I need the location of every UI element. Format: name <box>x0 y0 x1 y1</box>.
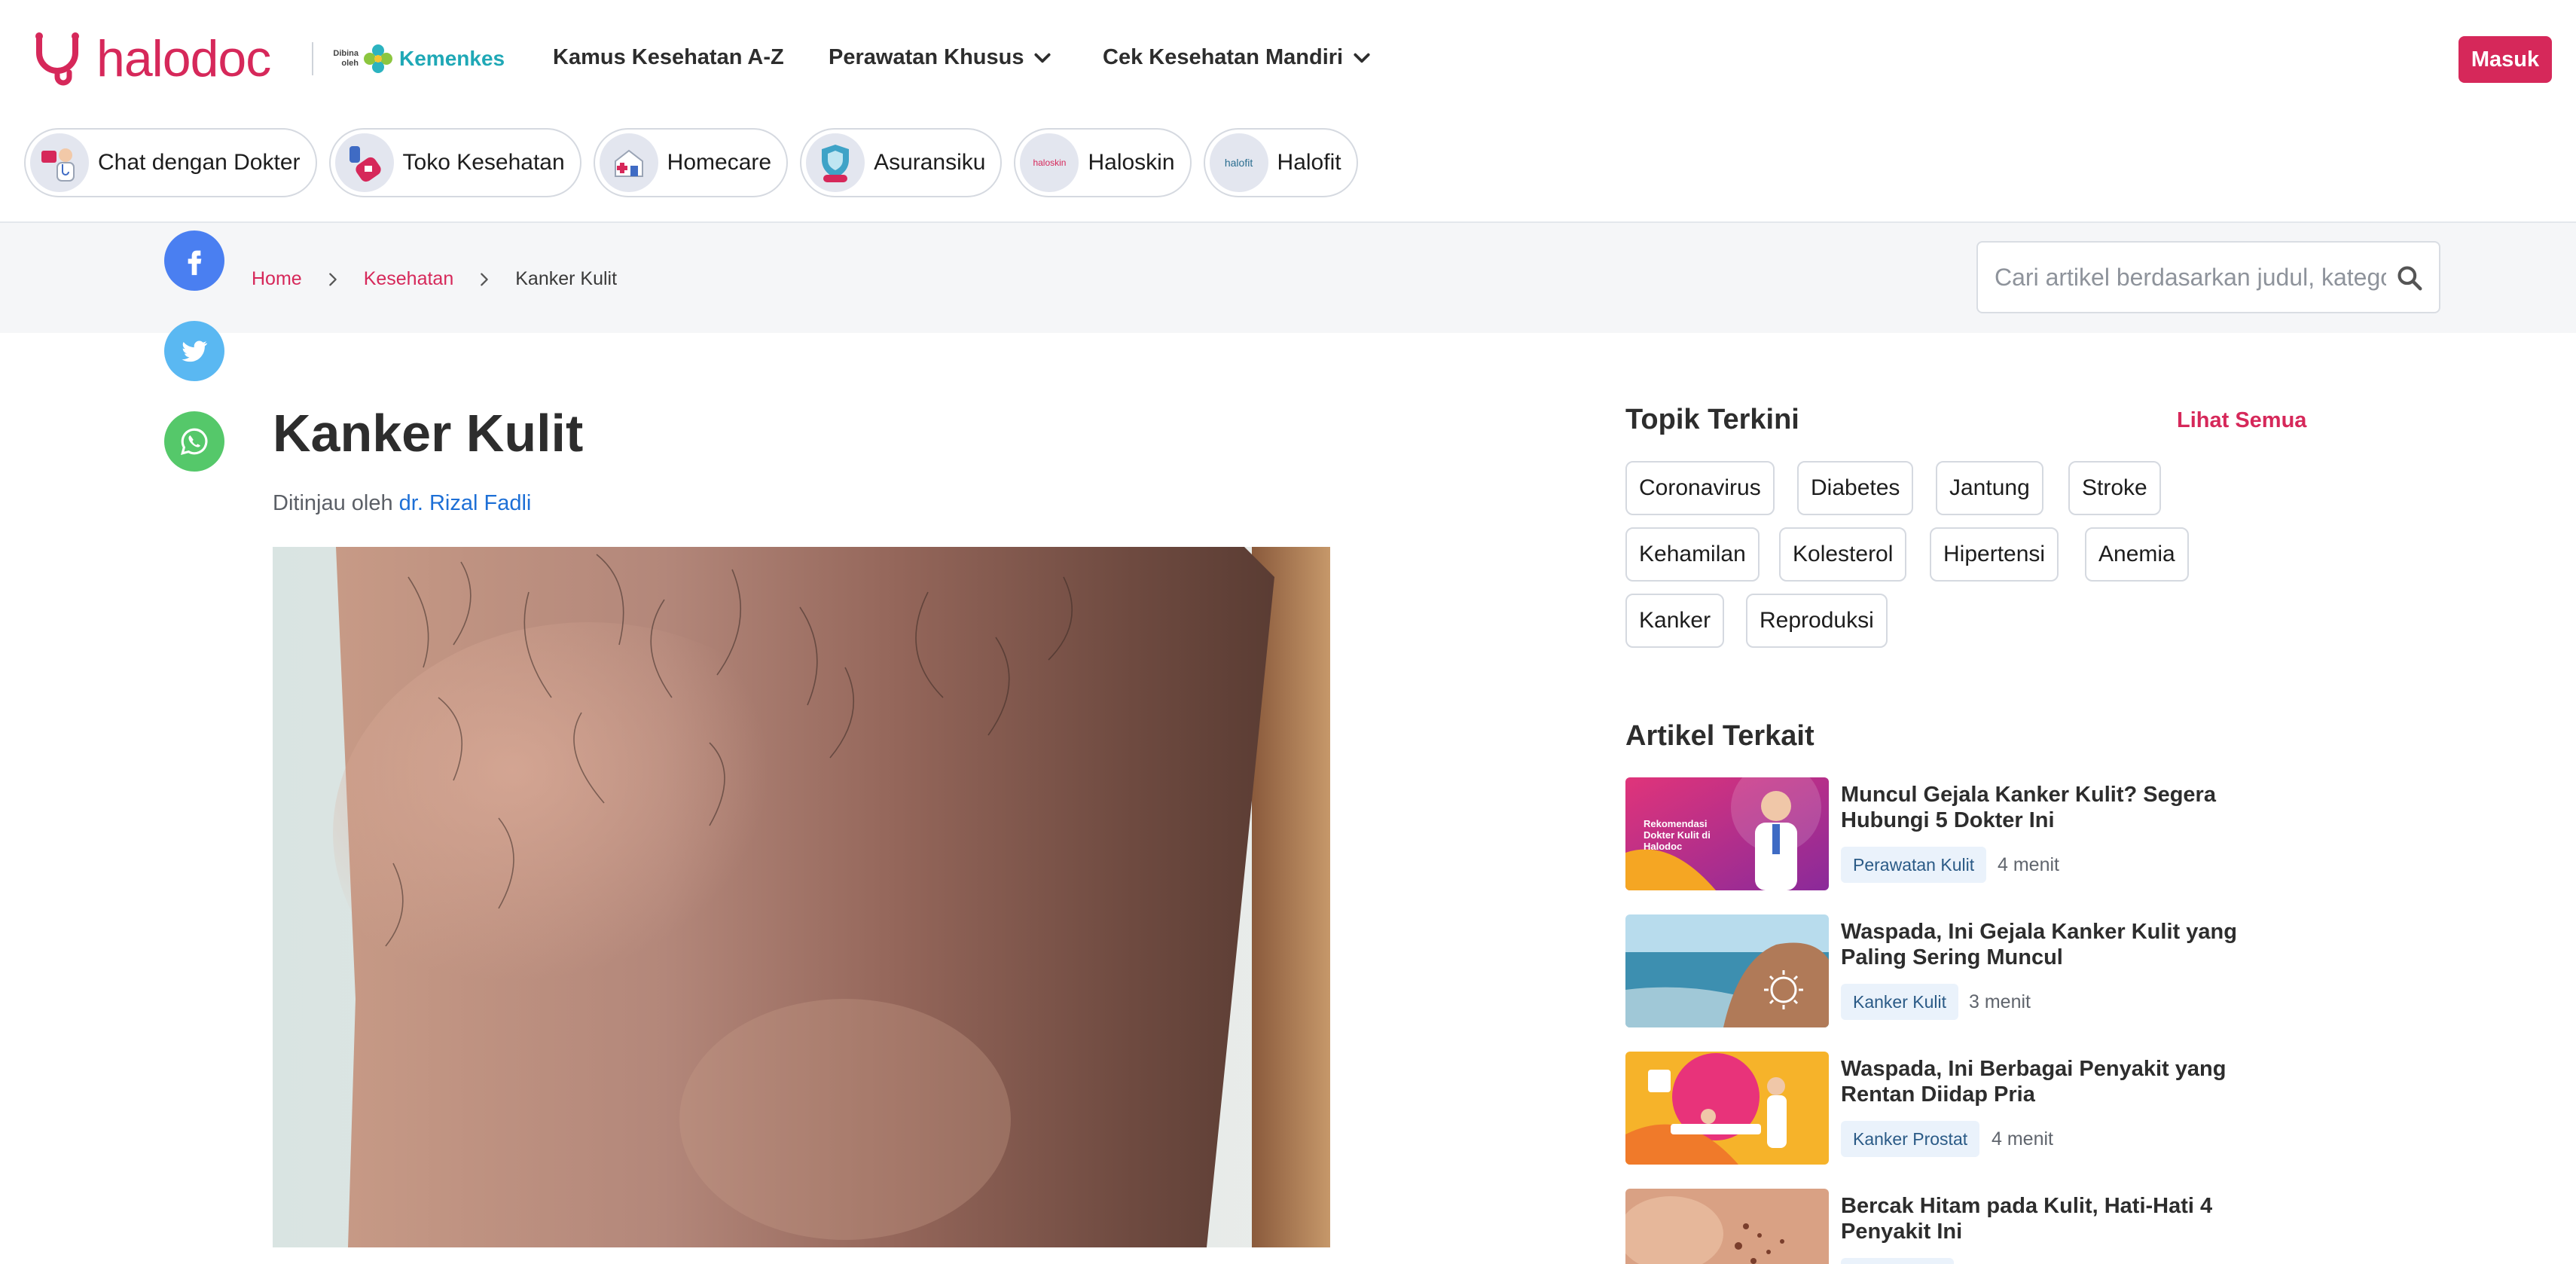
share-twitter-button[interactable] <box>164 321 224 381</box>
homecare-icon <box>599 133 658 192</box>
service-homecare[interactable]: Homecare <box>593 128 789 197</box>
topic-chip[interactable]: Diabetes <box>1797 461 1914 515</box>
service-label: Haloskin <box>1088 150 1175 175</box>
topic-chip[interactable]: Jantung <box>1936 461 2043 515</box>
halodoc-logo[interactable]: halodoc <box>33 30 271 87</box>
service-label: Halofit <box>1277 150 1341 175</box>
thumbnail-caption: Rekomendasi Dokter Kulit di Halodoc <box>1644 818 1711 852</box>
doctor-chat-icon <box>30 133 89 192</box>
service-haloskin[interactable]: haloskin Haloskin <box>1014 128 1192 197</box>
related-article[interactable]: Bercak Hitam pada Kulit, Hati-Hati 4 Pen… <box>1625 1189 2303 1264</box>
top-navigation: halodoc Dibina oleh Kemenkes Kamus Keseh… <box>0 0 2576 121</box>
article-search <box>1976 241 2440 313</box>
partner-name: Kemenkes <box>399 47 505 70</box>
topic-chip[interactable]: Kanker <box>1625 594 1725 648</box>
logo-wordmark: halodoc <box>96 30 271 87</box>
reviewed-prefix: Ditinjau oleh <box>273 491 393 515</box>
chevron-right-icon <box>328 273 337 285</box>
topic-chip[interactable]: Stroke <box>2068 461 2161 515</box>
related-article[interactable]: Waspada, Ini Gejala Kanker Kulit yang Pa… <box>1625 914 2303 1027</box>
read-time: 4 menit <box>1992 1128 2053 1150</box>
topic-chip[interactable]: Anemia <box>2085 527 2189 582</box>
pharmacy-icon <box>334 133 394 192</box>
chevron-right-icon <box>481 273 489 285</box>
facebook-icon <box>188 250 202 276</box>
read-time: 3 menit <box>1969 991 2031 1012</box>
login-button[interactable]: Masuk <box>2458 36 2552 83</box>
service-shortcuts: Chat dengan Dokter Toko Kesehatan Homeca… <box>24 128 1370 197</box>
service-label: Homecare <box>667 150 772 175</box>
twitter-icon <box>182 340 208 362</box>
haloskin-logo: haloskin <box>1020 133 1079 192</box>
service-chat-dengan-dokter[interactable]: Chat dengan Dokter <box>24 128 317 197</box>
breadcrumb: Home Kesehatan Kanker Kulit <box>252 268 617 290</box>
menu-label: Perawatan Khusus <box>829 45 1024 69</box>
related-article-thumbnail <box>1625 1189 1829 1264</box>
search-icon[interactable] <box>2395 264 2424 292</box>
partner-prefix: Dibina oleh <box>333 49 359 68</box>
service-toko-kesehatan[interactable]: Toko Kesehatan <box>328 128 581 197</box>
skin-closeup-photo <box>273 547 1330 1247</box>
related-article-thumbnail <box>1625 1052 1829 1165</box>
article-title: Kanker Kulit <box>273 404 584 463</box>
kemenkes-flower-icon <box>364 44 392 73</box>
chevron-down-icon <box>1034 53 1051 63</box>
related-article-thumbnail <box>1625 914 1829 1027</box>
share-facebook-button[interactable] <box>164 231 224 291</box>
topic-chip[interactable]: Coronavirus <box>1625 461 1775 515</box>
haloskin-badge-text: haloskin <box>1033 157 1067 168</box>
service-label: Toko Kesehatan <box>402 150 565 175</box>
menu-label: Kamus Kesehatan A-Z <box>553 45 784 69</box>
breadcrumb-home[interactable]: Home <box>252 268 302 290</box>
article-hero-image <box>273 547 1330 1247</box>
related-article-title: Waspada, Ini Berbagai Penyakit yang Rent… <box>1841 1057 2227 1107</box>
share-whatsapp-button[interactable] <box>164 411 224 472</box>
logo-divider <box>312 42 313 75</box>
topic-chip[interactable]: Hipertensi <box>1930 527 2059 582</box>
related-article-tag[interactable]: Kanker Kulit <box>1841 984 1959 1020</box>
halofit-logo: halofit <box>1209 133 1268 192</box>
whatsapp-icon <box>181 428 208 455</box>
related-article-title: Muncul Gejala Kanker Kulit? Segera Hubun… <box>1841 783 2216 832</box>
service-label: Asuransiku <box>874 150 986 175</box>
related-article-tag[interactable]: Kanker Prostat <box>1841 1121 1980 1157</box>
search-input[interactable] <box>1995 243 2386 312</box>
related-article-title: Waspada, Ini Gejala Kanker Kulit yang Pa… <box>1841 920 2237 969</box>
service-halofit[interactable]: halofit Halofit <box>1203 128 1358 197</box>
related-heading: Artikel Terkait <box>1625 720 1814 752</box>
menu-kamus-kesehatan[interactable]: Kamus Kesehatan A-Z <box>553 45 784 70</box>
related-article[interactable]: Rekomendasi Dokter Kulit di Halodoc Munc… <box>1625 777 2303 890</box>
related-article-title: Bercak Hitam pada Kulit, Hati-Hati 4 Pen… <box>1841 1194 2213 1244</box>
halofit-badge-text: halofit <box>1224 157 1253 169</box>
breadcrumb-current: Kanker Kulit <box>515 268 618 289</box>
related-article[interactable]: Waspada, Ini Berbagai Penyakit yang Rent… <box>1625 1052 2303 1165</box>
topic-chip[interactable]: Kehamilan <box>1625 527 1760 582</box>
related-article-tag[interactable]: Perawatan Kulit <box>1841 847 1987 883</box>
read-time: 4 menit <box>1998 853 2059 875</box>
related-article-thumbnail: Rekomendasi Dokter Kulit di Halodoc <box>1625 777 1829 890</box>
menu-cek-kesehatan-mandiri[interactable]: Cek Kesehatan Mandiri <box>1103 45 1372 70</box>
service-label: Chat dengan Dokter <box>98 150 301 175</box>
reviewed-by: Ditinjau oleh dr. Rizal Fadli <box>273 491 531 516</box>
topics-heading: Topik Terkini <box>1625 404 1799 435</box>
chevron-down-icon <box>1354 53 1370 63</box>
see-all-link[interactable]: Lihat Semua <box>2177 408 2306 433</box>
reviewer-link[interactable]: dr. Rizal Fadli <box>399 491 532 515</box>
menu-label: Cek Kesehatan Mandiri <box>1103 45 1344 69</box>
topic-chip[interactable]: Kolesterol <box>1779 527 1907 582</box>
breadcrumb-kesehatan[interactable]: Kesehatan <box>364 268 454 290</box>
kemenkes-partner-logo: Dibina oleh Kemenkes <box>330 44 505 74</box>
related-article-tag[interactable] <box>1841 1258 1954 1264</box>
service-asuransiku[interactable]: Asuransiku <box>800 128 1003 197</box>
topic-chip[interactable]: Reproduksi <box>1746 594 1888 648</box>
insurance-shield-icon <box>806 133 865 192</box>
menu-perawatan-khusus[interactable]: Perawatan Khusus <box>829 45 1052 70</box>
stethoscope-logo-icon <box>35 32 79 86</box>
